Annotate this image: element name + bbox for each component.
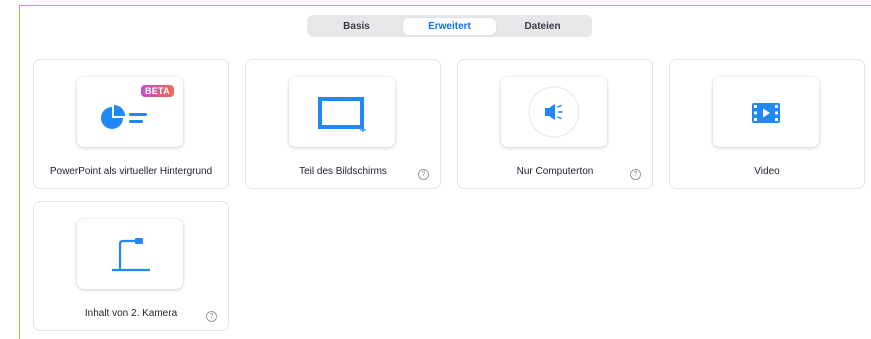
document-camera-icon <box>112 238 150 272</box>
option-label: Inhalt von 2. Kamera <box>84 308 178 319</box>
option-thumbnail <box>77 219 183 289</box>
help-icon[interactable]: ? <box>630 169 641 180</box>
tab-dateien[interactable]: Dateien <box>496 18 589 35</box>
help-icon[interactable]: ? <box>418 169 429 180</box>
help-icon[interactable]: ? <box>206 311 217 322</box>
option-video[interactable]: Video <box>669 59 865 189</box>
tab-basis[interactable]: Basis <box>310 18 403 35</box>
option-thumbnail <box>501 77 607 147</box>
option-second-camera[interactable]: Inhalt von 2. Kamera ? <box>33 201 229 331</box>
window-frame-left <box>19 5 20 339</box>
option-label: Video <box>754 166 780 177</box>
tab-erweitert[interactable]: Erweitert <box>403 17 496 35</box>
option-label: Teil des Bildschirms <box>299 166 387 177</box>
speaker-icon <box>528 86 580 138</box>
screen-portion-icon <box>318 97 366 132</box>
window-frame-top <box>19 5 871 6</box>
option-computer-audio[interactable]: Nur Computerton ? <box>457 59 653 189</box>
option-screen-portion[interactable]: Teil des Bildschirms ? <box>245 59 441 189</box>
option-thumbnail <box>713 77 819 147</box>
option-label: Nur Computerton <box>516 166 594 177</box>
film-play-icon <box>752 103 780 123</box>
powerpoint-pie-icon <box>101 105 147 129</box>
option-label: PowerPoint als virtueller Hintergrund <box>49 166 213 177</box>
option-thumbnail <box>289 77 395 147</box>
option-thumbnail: BETA <box>77 77 183 147</box>
share-category-tabs: Basis Erweitert Dateien <box>307 15 592 37</box>
beta-badge: BETA <box>140 85 174 97</box>
option-powerpoint-background[interactable]: BETA PowerPoint als virtueller Hintergru… <box>33 59 229 189</box>
